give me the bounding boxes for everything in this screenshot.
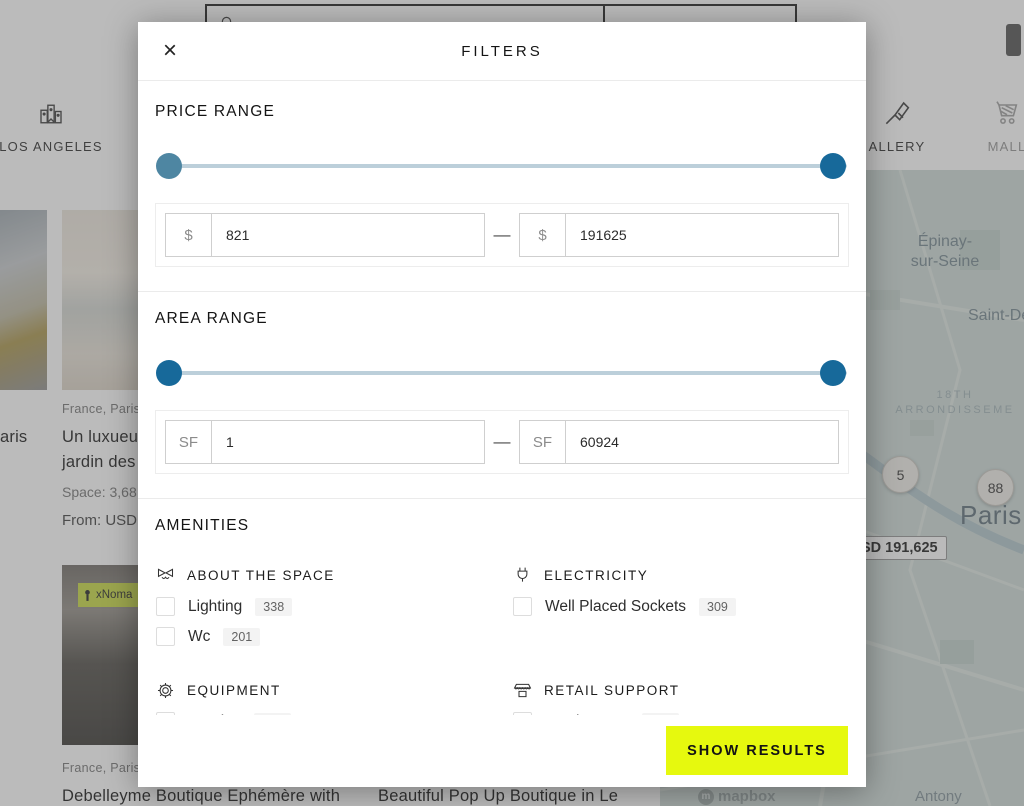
section-divider <box>138 291 866 292</box>
unit-prefix: SF <box>166 421 212 463</box>
modal-body: PRICE RANGE $ — $ AREA RANGE <box>138 81 866 787</box>
amenity-group-title: ELECTRICITY <box>544 568 648 583</box>
price-max-input[interactable] <box>566 214 838 256</box>
price-slider-min-handle[interactable] <box>156 153 182 179</box>
price-min-input-box: $ <box>165 213 485 257</box>
amenity-label: Well Placed Sockets <box>545 598 686 616</box>
plug-icon <box>512 565 533 586</box>
flags-icon <box>155 565 176 586</box>
amenity-item-wc: Wc 201 <box>155 627 512 646</box>
modal-title: FILTERS <box>138 22 866 81</box>
range-separator: — <box>485 432 519 452</box>
area-slider-max-handle[interactable] <box>820 360 846 386</box>
unit-prefix: SF <box>520 421 566 463</box>
amenity-label: Wc <box>188 628 210 646</box>
filters-modal: × FILTERS PRICE RANGE $ — $ AREA RANGE <box>138 22 866 787</box>
well-placed-sockets-checkbox[interactable] <box>513 597 532 616</box>
amenity-count-badge: 309 <box>699 598 736 616</box>
price-range-slider <box>155 153 849 179</box>
amenity-group-about-the-space: ABOUT THE SPACE Lighting 338 Wc 201 <box>155 565 512 646</box>
range-separator: — <box>485 225 519 245</box>
amenity-item-well-placed-sockets: Well Placed Sockets 309 <box>512 597 849 616</box>
price-max-input-box: $ <box>519 213 839 257</box>
amenity-label: Lighting <box>188 598 242 616</box>
area-max-input[interactable] <box>566 421 838 463</box>
area-min-input-box: SF <box>165 420 485 464</box>
modal-footer: SHOW RESULTS <box>138 715 866 787</box>
area-range-slider <box>155 360 849 386</box>
amenities-grid: ABOUT THE SPACE Lighting 338 Wc 201 <box>155 565 849 731</box>
area-max-input-box: SF <box>519 420 839 464</box>
currency-prefix: $ <box>166 214 212 256</box>
price-min-input[interactable] <box>212 214 484 256</box>
amenity-count-badge: 201 <box>223 628 260 646</box>
price-inputs-row: $ — $ <box>155 203 849 267</box>
section-divider <box>138 498 866 499</box>
area-range-heading: AREA RANGE <box>155 310 849 328</box>
area-inputs-row: SF — SF <box>155 410 849 474</box>
price-slider-max-handle[interactable] <box>820 153 846 179</box>
show-results-button[interactable]: SHOW RESULTS <box>666 726 848 775</box>
amenity-group-title: ABOUT THE SPACE <box>187 568 335 583</box>
amenity-item-lighting: Lighting 338 <box>155 597 512 616</box>
modal-header: × FILTERS <box>138 22 866 81</box>
area-min-input[interactable] <box>212 421 484 463</box>
area-slider-min-handle[interactable] <box>156 360 182 386</box>
amenity-count-badge: 338 <box>255 598 292 616</box>
price-slider-track[interactable] <box>157 164 847 168</box>
gear-icon <box>155 680 176 701</box>
amenity-group-title: EQUIPMENT <box>187 683 281 698</box>
close-icon[interactable]: × <box>154 36 186 68</box>
amenity-group-electricity: ELECTRICITY Well Placed Sockets 309 <box>512 565 849 646</box>
lighting-checkbox[interactable] <box>156 597 175 616</box>
currency-prefix: $ <box>520 214 566 256</box>
amenity-group-title: RETAIL SUPPORT <box>544 683 680 698</box>
amenities-heading: AMENITIES <box>155 517 849 535</box>
wc-checkbox[interactable] <box>156 627 175 646</box>
price-range-heading: PRICE RANGE <box>155 103 849 121</box>
area-slider-track[interactable] <box>157 371 847 375</box>
awning-icon <box>512 680 533 701</box>
